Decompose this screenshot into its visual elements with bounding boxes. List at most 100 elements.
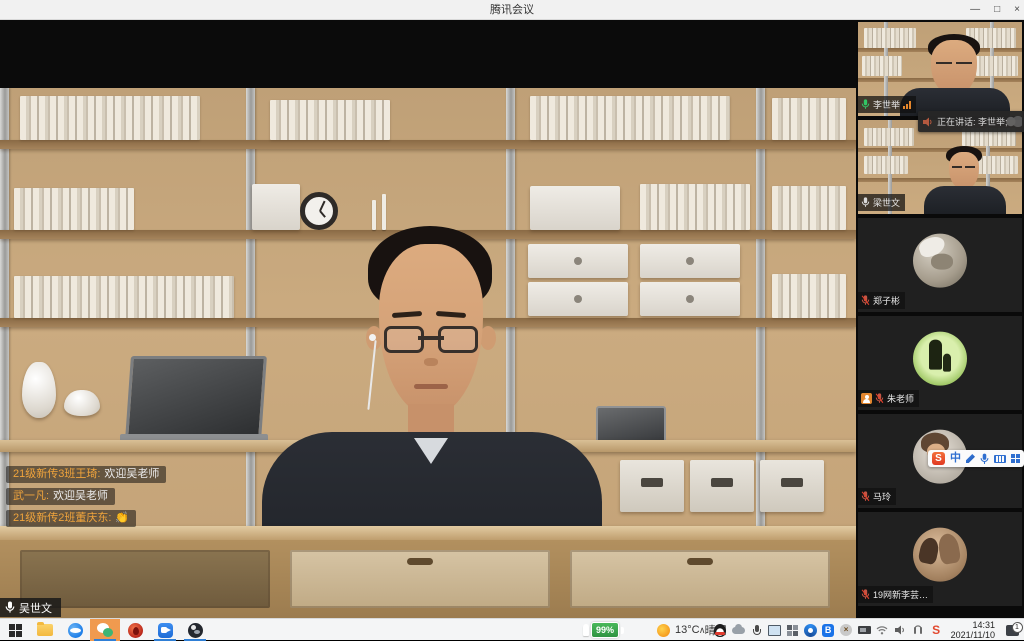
participant-name: 郑子彬 [873,294,900,307]
glasses [438,326,478,353]
keyboard-icon[interactable] [994,455,1006,463]
wechat-icon [97,623,113,638]
grid-tray-button[interactable] [786,622,799,638]
file-drawer [690,460,754,512]
participant-label: 郑子彬 [858,292,905,309]
shelf-board [858,178,1022,182]
books [864,156,908,174]
battery-percent: 99% [591,622,619,638]
windows-logo-icon [9,624,22,637]
voice-input-icon[interactable] [980,453,989,465]
grid-icon [787,625,798,636]
wechat-button[interactable] [90,619,120,641]
minimize-button[interactable]: — [970,0,980,20]
audio-device-tray-button[interactable] [912,622,925,638]
display-tray-button[interactable] [768,622,781,638]
tencent-meeting-button[interactable] [150,619,180,641]
avatar [913,234,967,288]
drawer-handle [686,257,694,265]
storage-box [530,186,620,230]
swirl-tray-button[interactable] [804,622,817,638]
battery-tray-button[interactable] [858,622,871,638]
drawer-box [640,244,740,278]
clock-time: 14:31 [972,620,995,630]
books [976,56,1018,76]
speaker-icon [895,625,906,635]
drawer-box [528,244,628,278]
clock-widget[interactable]: 14:31 2021/11/10 [948,619,998,641]
glasses [965,166,975,175]
watermark-icon [1006,116,1022,127]
participant-tile-19wangxin[interactable]: 19网新李芸… [858,512,1022,606]
avatar [913,332,967,386]
shelf-board [858,148,1022,152]
notification-center-button[interactable] [1003,622,1021,638]
maximize-button[interactable]: □ [994,0,1000,20]
chat-message: 21级新传2班董庆东:👏 [6,510,136,527]
close-circle-tray-button[interactable]: × [840,622,853,638]
books [530,96,730,140]
obs-icon [188,623,203,638]
wifi-tray-button[interactable] [876,622,889,638]
ime-menu-icon[interactable] [1011,454,1020,463]
obs-button[interactable] [180,619,210,641]
sogou-tray-button[interactable]: S [930,622,943,638]
file-drawer [760,460,824,512]
meeting-camera-icon [158,623,173,638]
chat-message: 21级新传3班王琦: 欢迎吴老师 [6,466,166,483]
window-controls: — □ × [970,0,1020,20]
signal-icon [903,101,911,109]
drawer-box [528,282,628,316]
glasses-bridge [418,336,444,340]
books [640,184,750,230]
start-button[interactable] [0,619,30,641]
mic-on-icon [861,99,870,110]
headset-icon [913,625,923,636]
file-explorer-button[interactable] [30,619,60,641]
candle [372,200,376,230]
person-mouth [414,384,448,389]
bowl [64,390,100,416]
qq-tray-button[interactable] [714,622,727,638]
handwriting-icon[interactable] [966,454,975,463]
cloud-tray-button[interactable] [732,622,745,638]
chat-sender: 21级新传3班王琦: [13,468,100,480]
mic-muted-icon [861,295,870,306]
mic-tray-button[interactable] [750,622,763,638]
ime-toolbar: S 中 [928,450,1024,467]
glasses [956,62,972,71]
swirl-icon [804,624,817,637]
browser-button[interactable] [60,619,90,641]
red-app-button[interactable] [120,619,150,641]
ime-language-toggle[interactable]: 中 [950,450,961,467]
clap-emoji-icon: 👏 [115,512,129,524]
mic-muted-icon [875,393,884,404]
wifi-icon [876,625,888,635]
browser-icon [68,623,83,638]
participant-tile-zhengzibin[interactable]: 郑子彬 [858,218,1022,312]
avatar [913,528,967,582]
volume-tray-button[interactable] [894,622,907,638]
clock-date: 2021/11/10 [951,630,995,640]
bluetooth-tray-button[interactable]: B [822,622,835,638]
chat-text: 欢迎吴老师 [104,468,159,480]
notification-icon [1006,625,1019,636]
books [864,28,916,48]
participant-tile-lishiju[interactable]: 李世举 [858,22,1022,116]
cloud-icon [732,627,745,634]
sogou-logo-icon[interactable]: S [932,452,945,465]
file-drawer [620,460,684,512]
bluetooth-icon: B [822,624,834,637]
speaking-toast-text: 正在讲话: 李世举; [937,115,1008,128]
books [864,128,914,146]
participant-tile-zhulaoshi[interactable]: 朱老师 [858,316,1022,410]
speaking-toast: 正在讲话: 李世举; [918,111,1024,132]
mic-icon [5,601,15,614]
participant-tile-liangshiwen[interactable]: 梁世文 [858,120,1022,214]
close-button[interactable]: × [1014,0,1020,20]
hidden-icons-button[interactable]: ∧ [696,622,709,638]
battery-widget[interactable]: 99% [583,621,624,639]
folder-icon [37,624,53,636]
participant-label: 梁世文 [858,194,905,211]
video-scene [0,88,856,618]
